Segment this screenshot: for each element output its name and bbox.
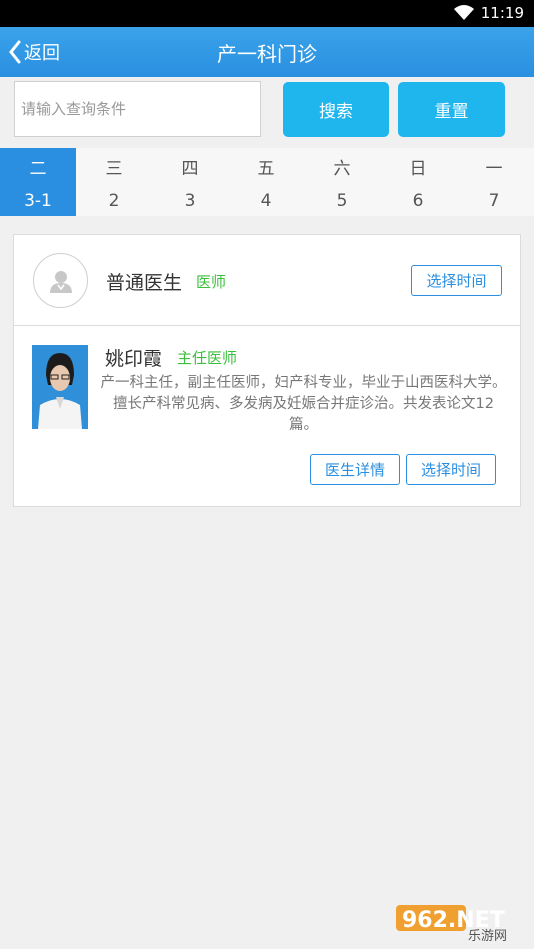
- day-name: 二: [29, 158, 47, 179]
- select-time-button[interactable]: 选择时间: [411, 265, 502, 296]
- app-header: 返回 产一科门诊: [0, 27, 534, 77]
- day-tab-wed[interactable]: 三 2: [76, 148, 152, 216]
- day-name: 一: [485, 158, 503, 179]
- doctor-name: 姚印霞: [105, 348, 163, 370]
- doctor-list-card: 普通医生 医师 选择时间 姚印霞 主任医师 产一科主任，副主任医师，妇产科专业，…: [13, 234, 521, 507]
- doctor-title: 医师: [196, 273, 227, 291]
- day-date: 6: [412, 190, 424, 211]
- day-tabs: 二 3-1 三 2 四 3 五 4 六 5 日 6 一 7: [0, 148, 534, 216]
- status-bar: 11:19: [0, 0, 534, 27]
- day-tab-fri[interactable]: 五 4: [228, 148, 304, 216]
- search-bar: 搜索 重置: [0, 77, 534, 148]
- day-name: 日: [409, 158, 427, 179]
- search-button[interactable]: 搜索: [283, 82, 389, 137]
- day-tab-mon[interactable]: 一 7: [456, 148, 532, 216]
- doctor-placeholder-icon: [49, 270, 72, 293]
- day-date: 2: [108, 190, 120, 211]
- day-date: 5: [336, 190, 348, 211]
- day-date: 4: [260, 190, 272, 211]
- day-name: 六: [333, 158, 351, 179]
- select-time-button[interactable]: 选择时间: [406, 454, 496, 485]
- doctor-title: 主任医师: [177, 349, 238, 367]
- doctor-row-general: 普通医生 医师 选择时间: [14, 235, 520, 326]
- doctor-detail-button[interactable]: 医生详情: [310, 454, 400, 485]
- watermark-text-bottom: 乐游网: [468, 929, 507, 943]
- doctor-photo: [32, 345, 88, 429]
- status-time: 11:19: [480, 4, 524, 22]
- day-tab-sun[interactable]: 日 6: [380, 148, 456, 216]
- wifi-icon: [454, 5, 474, 25]
- reset-button[interactable]: 重置: [398, 82, 505, 137]
- search-input[interactable]: [14, 81, 261, 137]
- doctor-bio: 产一科主任，副主任医师，妇产科专业，毕业于山西医科大学。擅长产科常见病、多发病及…: [100, 375, 507, 433]
- day-tab-thu[interactable]: 四 3: [152, 148, 228, 216]
- day-name: 五: [257, 158, 275, 179]
- day-date: 3: [184, 190, 196, 211]
- day-name: 三: [105, 158, 123, 179]
- doctor-name: 普通医生: [106, 272, 183, 294]
- page-title: 产一科门诊: [217, 42, 317, 66]
- avatar: [33, 253, 88, 308]
- doctor-row-yao: 姚印霞 主任医师 产一科主任，副主任医师，妇产科专业，毕业于山西医科大学。擅长产…: [14, 327, 520, 507]
- day-tab-sat[interactable]: 六 5: [304, 148, 380, 216]
- watermark-logo: 962.NET 乐游网: [396, 903, 526, 944]
- day-date: 7: [488, 190, 500, 211]
- day-tab-tue[interactable]: 二 3-1: [0, 148, 76, 216]
- day-date: 3-1: [24, 190, 52, 211]
- day-name: 四: [181, 158, 199, 179]
